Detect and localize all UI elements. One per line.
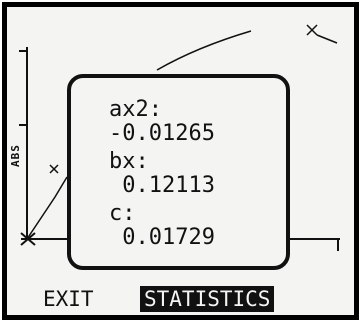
exit-softkey[interactable]: EXIT <box>43 286 94 312</box>
statistics-softkey[interactable]: STATISTICS <box>140 286 275 312</box>
y-axis-label: ABS <box>9 144 22 167</box>
lcd-display: ABS ax2: -0.01265 bx: 0.12113 c: 0.01729… <box>7 7 354 315</box>
coef-a-label: ax2: <box>109 97 162 122</box>
softkey-bar: EXIT STATISTICS <box>7 284 354 315</box>
coef-a-value: -0.01265 <box>109 121 215 146</box>
fit-curve <box>316 34 338 44</box>
calculator-screen: ABS ax2: -0.01265 bx: 0.12113 c: 0.01729… <box>2 2 359 320</box>
fit-curve <box>156 30 252 71</box>
fit-curve <box>26 176 68 240</box>
coef-c-value: 0.01729 <box>109 225 215 250</box>
coef-b-label: bx: <box>109 149 149 174</box>
coef-c-label: c: <box>109 201 136 226</box>
regression-popup: ax2: -0.01265 bx: 0.12113 c: 0.01729 <box>67 74 290 270</box>
coef-b-value: 0.12113 <box>109 173 215 198</box>
